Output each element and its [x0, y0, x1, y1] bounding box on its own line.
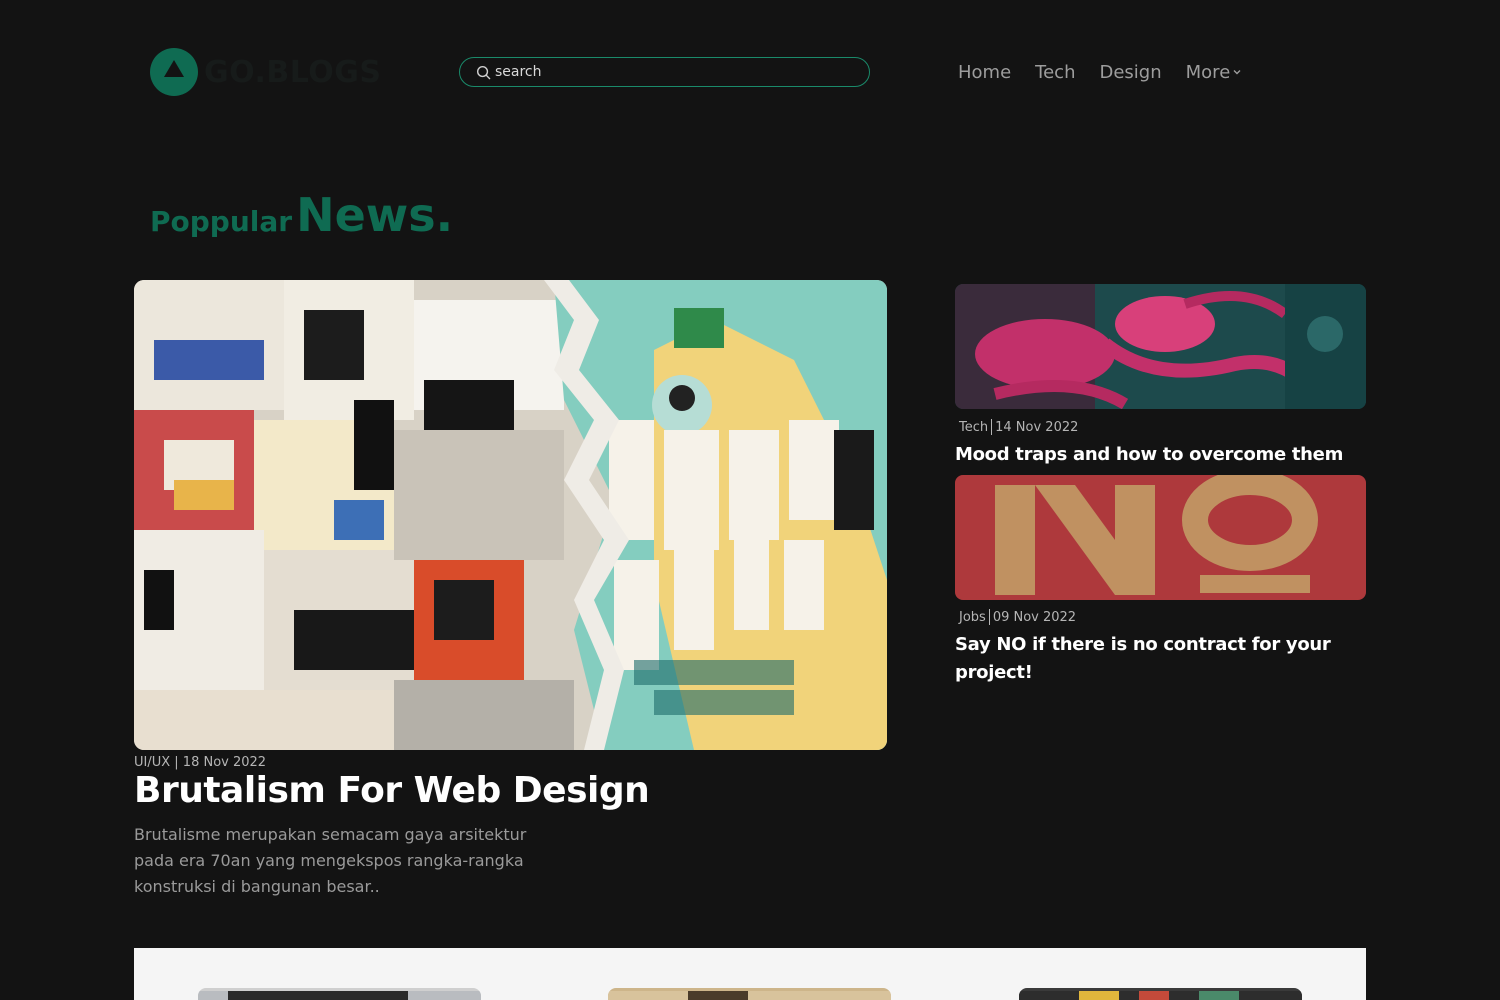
logo-text: GO.BLOGS — [204, 54, 382, 90]
thumbnail-image — [1019, 991, 1302, 1000]
side-post-1-date: 14 Nov 2022 — [995, 419, 1079, 435]
torn-posters-image — [134, 280, 887, 750]
search-bar[interactable] — [459, 57, 870, 87]
side-post-2-title[interactable]: Say NO if there is no contract for your … — [955, 631, 1355, 687]
logo-triangle-icon — [150, 48, 198, 96]
featured-post-excerpt: Brutalisme merupakan semacam gaya arsite… — [134, 825, 527, 896]
side-post-1-image[interactable] — [955, 284, 1366, 409]
chevron-down-icon — [1233, 70, 1241, 75]
post-thumbnail[interactable] — [608, 988, 891, 1000]
site-logo[interactable]: GO.BLOGS — [150, 48, 382, 96]
search-icon — [476, 65, 491, 79]
search-input[interactable] — [495, 64, 855, 80]
featured-post-image[interactable] — [134, 280, 887, 750]
nav-more-label: More — [1185, 61, 1231, 83]
side-post-2-category[interactable]: Jobs — [959, 610, 986, 625]
section-title-small: Poppular — [150, 205, 293, 238]
nav-tech[interactable]: Tech — [1035, 62, 1075, 83]
octopus-image — [955, 284, 1366, 409]
meta-divider — [988, 609, 990, 625]
main-nav: Home Tech Design More — [958, 58, 1241, 86]
featured-post-title[interactable]: Brutalism For Web Design — [134, 770, 650, 811]
side-post-1-meta: Tech 14 Nov 2022 — [959, 419, 1078, 435]
meta-divider — [991, 419, 993, 435]
section-heading: Poppular News. — [150, 188, 453, 242]
post-thumbnail[interactable] — [198, 988, 481, 1000]
side-post-1-title[interactable]: Mood traps and how to overcome them — [955, 441, 1355, 469]
side-post-1-category[interactable]: Tech — [959, 420, 988, 435]
thumbnail-image — [608, 991, 891, 1000]
nav-home[interactable]: Home — [958, 62, 1011, 83]
nav-more-dropdown[interactable]: More — [1186, 62, 1242, 83]
side-post-2-date: 09 Nov 2022 — [992, 609, 1077, 625]
no-sign-image — [955, 475, 1366, 600]
more-posts-panel — [134, 948, 1366, 1000]
section-title-big: News. — [296, 188, 454, 242]
thumbnail-image — [198, 991, 481, 1000]
post-thumbnail[interactable] — [1019, 988, 1302, 1000]
side-post-2-meta: Jobs 09 Nov 2022 — [959, 609, 1076, 625]
nav-design[interactable]: Design — [1099, 62, 1161, 83]
featured-post-meta: UI/UX | 18 Nov 2022 — [134, 755, 267, 770]
side-post-2-image[interactable] — [955, 475, 1366, 600]
